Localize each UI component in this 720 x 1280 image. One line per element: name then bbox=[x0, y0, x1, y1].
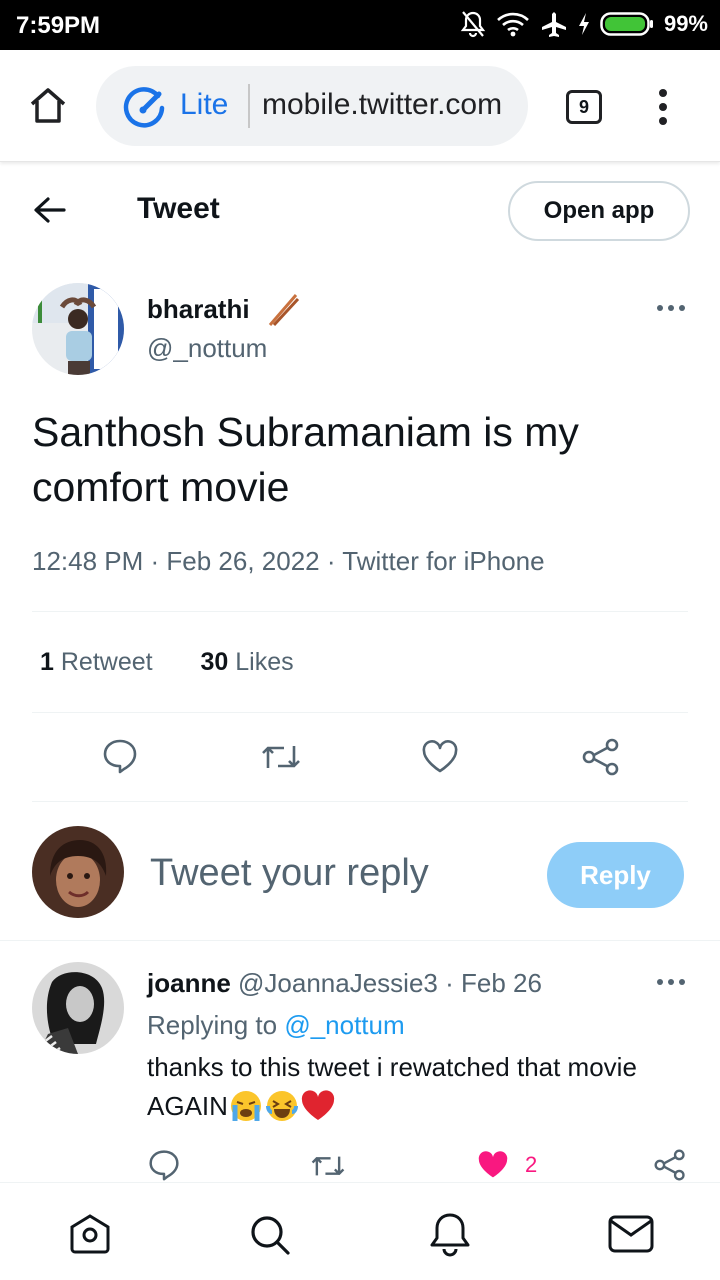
home-icon[interactable] bbox=[68, 1213, 112, 1255]
mute-bell-icon bbox=[460, 10, 486, 38]
charging-icon bbox=[578, 12, 590, 36]
red-heart-emoji-icon bbox=[300, 1090, 336, 1122]
browser-menu-icon[interactable] bbox=[656, 88, 670, 126]
tweet-meta: 12:48 PM · Feb 26, 2022 · Twitter for iP… bbox=[32, 546, 545, 576]
like-icon[interactable] bbox=[421, 740, 459, 774]
lite-mode-label: Lite bbox=[180, 88, 229, 121]
reply-icon[interactable] bbox=[102, 738, 138, 774]
reply-author-name[interactable]: joanne bbox=[147, 968, 231, 998]
reply-header: joanne @JoannaJessie3 · Feb 26 bbox=[147, 968, 542, 999]
retweets-count: 1 bbox=[40, 648, 54, 676]
url-text[interactable]: mobile.twitter.com bbox=[262, 88, 518, 122]
replying-to-label: Replying to bbox=[147, 1010, 278, 1040]
messages-icon[interactable] bbox=[608, 1215, 654, 1253]
reply-dot: · bbox=[445, 968, 454, 998]
search-icon[interactable] bbox=[248, 1213, 292, 1257]
reply-text-line2-row: AGAIN bbox=[147, 1089, 697, 1123]
battery-icon bbox=[600, 11, 654, 37]
tweet-author-name[interactable]: bharathi bbox=[147, 294, 250, 325]
address-bar[interactable]: Lite mobile.twitter.com bbox=[96, 66, 528, 146]
retweets-label: Retweet bbox=[60, 648, 153, 676]
divider bbox=[32, 611, 688, 612]
tweet-text: Santhosh Subramaniam is my comfort movie bbox=[32, 409, 579, 510]
divider bbox=[32, 801, 688, 802]
avatar[interactable] bbox=[32, 283, 124, 375]
bottom-navigation bbox=[0, 1182, 720, 1280]
likes-label: Likes bbox=[235, 648, 294, 676]
chopsticks-emoji-icon bbox=[266, 291, 300, 327]
status-icons: 99% bbox=[460, 10, 708, 38]
reply-like-count: 2 bbox=[525, 1152, 538, 1177]
laughing-face-emoji-icon bbox=[264, 1089, 300, 1123]
retweets-stat[interactable]: 1 Retweet bbox=[40, 648, 153, 676]
tweet-time[interactable]: 12:48 PM bbox=[32, 546, 143, 576]
browser-toolbar: Lite mobile.twitter.com 9 bbox=[0, 50, 720, 162]
tab-switcher-button[interactable]: 9 bbox=[566, 90, 602, 124]
tweet-stats: 1 Retweet 30 Likes bbox=[40, 648, 294, 677]
tweet-author-handle[interactable]: @_nottum bbox=[147, 333, 267, 364]
status-time: 7:59PM bbox=[16, 12, 101, 39]
reply-text: thanks to this tweet i rewatched that mo… bbox=[147, 1052, 697, 1123]
back-arrow-icon[interactable] bbox=[30, 192, 70, 228]
reply-author-avatar[interactable] bbox=[32, 962, 124, 1054]
retweet-icon[interactable] bbox=[260, 740, 302, 774]
more-options-icon[interactable] bbox=[656, 302, 686, 314]
open-app-button[interactable]: Open app bbox=[508, 181, 690, 241]
lite-speed-icon bbox=[122, 86, 166, 128]
battery-percent: 99% bbox=[663, 11, 708, 36]
likes-stat[interactable]: 30 Likes bbox=[200, 648, 293, 676]
replying-to: Replying to @_nottum bbox=[147, 1010, 405, 1041]
reply-date[interactable]: Feb 26 bbox=[461, 968, 542, 998]
reply-author-handle[interactable]: @JoannaJessie3 bbox=[238, 968, 438, 998]
tweet-date[interactable]: Feb 26, 2022 bbox=[166, 546, 319, 576]
notifications-icon[interactable] bbox=[428, 1211, 472, 1257]
user-avatar[interactable] bbox=[32, 826, 124, 918]
divider bbox=[0, 940, 720, 941]
status-bar: 7:59PM 99% bbox=[0, 0, 720, 50]
share-icon[interactable] bbox=[582, 738, 620, 776]
reply-input[interactable]: Tweet your reply bbox=[150, 852, 429, 895]
divider bbox=[32, 712, 688, 713]
page-title: Tweet bbox=[137, 192, 220, 225]
wifi-icon bbox=[496, 11, 530, 37]
reply-more-options-icon[interactable] bbox=[656, 976, 686, 988]
reply-retweet-icon[interactable] bbox=[310, 1151, 346, 1181]
airplane-icon bbox=[540, 10, 568, 38]
replying-to-handle[interactable]: @_nottum bbox=[284, 1010, 404, 1040]
reply-text-line1: thanks to this tweet i rewatched that mo… bbox=[147, 1052, 637, 1082]
reply-like-icon[interactable] bbox=[476, 1150, 510, 1180]
reply-share-icon[interactable] bbox=[654, 1149, 686, 1181]
tweet-source: Twitter for iPhone bbox=[342, 546, 545, 576]
reply-text-line2: AGAIN bbox=[147, 1090, 228, 1121]
browser-home-icon[interactable] bbox=[28, 86, 68, 124]
reply-reply-icon[interactable] bbox=[148, 1149, 180, 1181]
reply-button[interactable]: Reply bbox=[547, 842, 684, 908]
crying-face-emoji-icon bbox=[228, 1089, 264, 1123]
likes-count: 30 bbox=[200, 648, 229, 676]
address-separator bbox=[248, 84, 250, 128]
